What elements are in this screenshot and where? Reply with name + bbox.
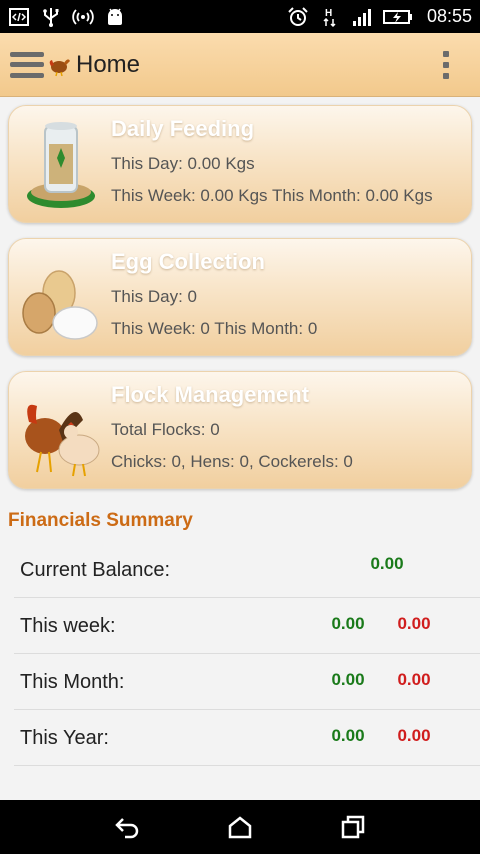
home-icon — [228, 816, 252, 839]
expense-value: 0.00 — [397, 726, 431, 745]
page-title: Home — [76, 50, 141, 78]
expense-value: 0.00 — [397, 670, 431, 689]
feeding-day: This Day: 0.00 Kgs — [111, 154, 255, 173]
navigation-bar — [0, 800, 480, 854]
hspa-icon: H — [323, 8, 336, 27]
overflow-menu-icon[interactable] — [442, 50, 450, 79]
code-icon — [9, 7, 29, 26]
flock-total: Total Flocks: 0 — [111, 420, 220, 439]
financial-row-year[interactable]: This Year: 0.00 0.00 — [14, 710, 480, 766]
hotspot-icon — [72, 8, 94, 25]
flock-breakdown: Chicks: 0, Hens: 0, Cockerels: 0 — [111, 452, 353, 471]
hen-logo-icon — [49, 58, 70, 76]
financial-row-balance[interactable]: Current Balance: 0.00 — [14, 542, 480, 598]
battery-charging-icon — [382, 9, 412, 24]
eggs-day: This Day: 0 — [111, 287, 197, 306]
expense-value: 0.00 — [397, 614, 431, 633]
row-label: This Year: — [20, 727, 109, 749]
daily-feeding-card[interactable]: Daily Feeding This Day: 0.00 Kgs This We… — [8, 105, 472, 223]
income-value: 0.00 — [331, 614, 365, 633]
income-value: 0.00 — [331, 670, 365, 689]
back-button[interactable] — [107, 807, 147, 847]
card-title: Egg Collection — [111, 249, 265, 274]
financial-row-week[interactable]: This week: 0.00 0.00 — [14, 598, 480, 654]
feeding-week-month: This Week: 0.00 Kgs This Month: 0.00 Kgs — [111, 186, 433, 205]
chickens-icon — [25, 404, 100, 477]
balance-value: 0.00 — [370, 554, 404, 573]
alarm-icon — [288, 6, 308, 26]
signal-icon — [352, 8, 371, 26]
recents-button[interactable] — [333, 807, 373, 847]
feeder-icon — [27, 122, 95, 208]
flock-management-card[interactable]: Flock Management Total Flocks: 0 Chicks:… — [8, 371, 472, 489]
card-title: Flock Management — [111, 382, 310, 407]
status-bar: H 08:55 — [0, 0, 480, 33]
row-label: This week: — [20, 615, 116, 637]
home-button[interactable] — [220, 807, 260, 847]
egg-collection-card[interactable]: Egg Collection This Day: 0 This Week: 0 … — [8, 238, 472, 356]
row-label: Current Balance: — [20, 559, 171, 581]
row-label: This Month: — [20, 671, 125, 693]
back-icon — [114, 818, 138, 839]
action-bar: Home — [0, 33, 480, 97]
eggs-icon — [22, 270, 98, 340]
clock: 08:55 — [426, 6, 472, 26]
financials-title: Financials Summary — [8, 510, 193, 531]
usb-icon — [43, 7, 59, 27]
menu-icon[interactable] — [10, 51, 44, 78]
android-icon — [108, 8, 122, 25]
recents-icon — [342, 815, 365, 839]
card-title: Daily Feeding — [111, 116, 255, 141]
financial-row-month[interactable]: This Month: 0.00 0.00 — [14, 654, 480, 710]
svg-text:H: H — [325, 8, 332, 19]
eggs-week-month: This Week: 0 This Month: 0 — [111, 319, 318, 338]
income-value: 0.00 — [331, 726, 365, 745]
